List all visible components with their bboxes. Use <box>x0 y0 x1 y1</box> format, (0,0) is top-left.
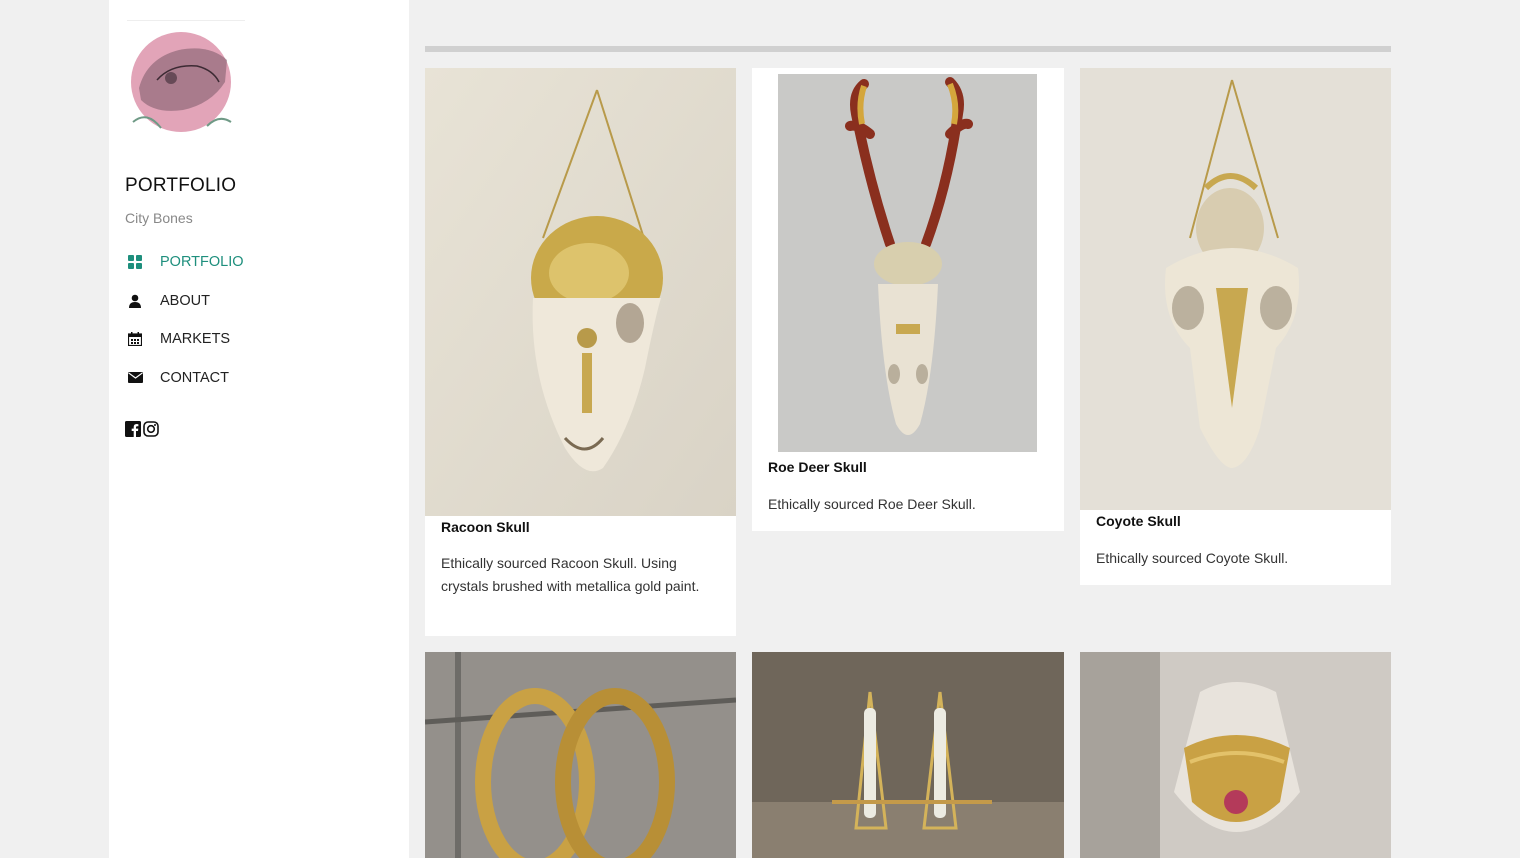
site-subtitle: City Bones <box>125 210 193 226</box>
portfolio-card-coyote[interactable]: Coyote Skull Ethically sourced Coyote Sk… <box>1080 68 1391 585</box>
card-description: Ethically sourced Coyote Skull. <box>1096 550 1289 566</box>
nav-item-contact[interactable]: CONTACT <box>125 368 244 388</box>
main-nav: PORTFOLIO ABOUT MARKETS CONTACT <box>125 252 244 406</box>
sidebar: PORTFOLIO City Bones PORTFOLIO ABOUT MAR… <box>109 0 409 858</box>
facebook-icon[interactable] <box>125 421 141 437</box>
nav-label: CONTACT <box>160 369 230 386</box>
nav-item-about[interactable]: ABOUT <box>125 291 244 311</box>
racoon-skull-image[interactable] <box>425 68 736 516</box>
card-title[interactable]: Racoon Skull <box>441 519 530 535</box>
portfolio-card-roe-deer[interactable]: Roe Deer Skull Ethically sourced Roe Dee… <box>752 68 1064 531</box>
card-title[interactable]: Coyote Skull <box>1096 513 1181 529</box>
portfolio-card-spine-earrings[interactable] <box>752 652 1064 858</box>
portfolio-card-ornate-skull[interactable] <box>1080 652 1391 858</box>
card-description: Ethically sourced Roe Deer Skull. <box>768 496 976 512</box>
social-links <box>125 421 159 437</box>
spine-triangle-earrings-image[interactable] <box>752 652 1064 858</box>
nav-label: PORTFOLIO <box>160 254 244 270</box>
nav-item-markets[interactable]: MARKETS <box>125 329 244 349</box>
top-divider-bar <box>425 46 1391 52</box>
portfolio-card-spine-hoops[interactable] <box>425 652 736 858</box>
nav-item-portfolio[interactable]: PORTFOLIO <box>125 252 244 272</box>
portfolio-card-racoon[interactable]: Racoon Skull Ethically sourced Racoon Sk… <box>425 68 736 636</box>
nav-label: ABOUT <box>160 292 210 309</box>
coyote-skull-image[interactable] <box>1080 68 1391 510</box>
grid-icon <box>125 254 145 270</box>
instagram-icon[interactable] <box>143 421 159 437</box>
card-title[interactable]: Roe Deer Skull <box>768 459 867 475</box>
nav-label: MARKETS <box>160 331 231 347</box>
spine-hoop-earrings-image[interactable] <box>425 652 736 858</box>
site-title: PORTFOLIO <box>125 175 237 196</box>
divider <box>127 20 245 21</box>
calendar-icon <box>125 331 145 347</box>
ornate-gold-skull-image[interactable] <box>1080 652 1391 858</box>
user-icon <box>125 293 145 309</box>
roe-deer-skull-image[interactable] <box>778 74 1037 452</box>
site-logo[interactable] <box>127 30 237 140</box>
card-description: Ethically sourced Racoon Skull. Using cr… <box>441 555 700 594</box>
envelope-icon <box>125 370 145 386</box>
